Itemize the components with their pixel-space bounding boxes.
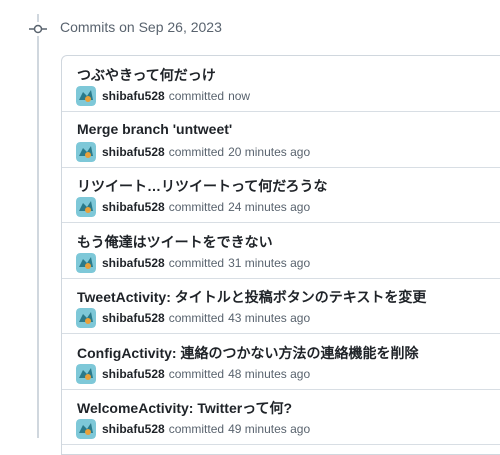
commit-time[interactable]: 48 minutes ago (228, 367, 310, 381)
commit-row: つぶやきって何だっけ shibafu528 committed now (62, 56, 500, 112)
user-avatar-icon[interactable] (76, 419, 96, 439)
commit-time[interactable]: 49 minutes ago (228, 422, 310, 436)
commit-group-date: Commits on Sep 26, 2023 (60, 19, 222, 35)
commit-meta: shibafu528 committed 31 minutes ago (76, 253, 310, 273)
commit-title-link[interactable]: ConfigActivity: 連絡のつかない方法の連絡機能を削除 (77, 343, 418, 363)
commit-row: WelcomeActivity: Twitterって何? shibafu528 … (62, 389, 500, 445)
commit-author-link[interactable]: shibafu528 (102, 145, 165, 159)
user-avatar-icon[interactable] (76, 253, 96, 273)
commit-row: もう俺達はツイートをできない shibafu528 committed 31 m… (62, 223, 500, 279)
commit-action: committed (168, 200, 225, 214)
commit-meta: shibafu528 committed 20 minutes ago (76, 142, 310, 162)
commit-title-link[interactable]: TweetActivity: タイトルと投稿ボタンのテキストを変更 (77, 287, 426, 307)
commit-title-link[interactable]: WelcomeActivity: Twitterって何? (77, 398, 292, 418)
commit-time[interactable]: 31 minutes ago (228, 256, 310, 270)
user-avatar-icon[interactable] (76, 86, 96, 106)
commit-time[interactable]: 24 minutes ago (228, 200, 310, 214)
commit-action: committed (168, 367, 225, 381)
commit-author-link[interactable]: shibafu528 (102, 422, 165, 436)
commit-meta: shibafu528 committed now (76, 86, 250, 106)
user-avatar-icon[interactable] (76, 197, 96, 217)
user-avatar-icon[interactable] (76, 364, 96, 384)
user-avatar-icon[interactable] (76, 308, 96, 328)
commit-time[interactable]: 43 minutes ago (228, 311, 310, 325)
commit-meta: shibafu528 committed 48 minutes ago (76, 364, 310, 384)
commit-author-link[interactable]: shibafu528 (102, 367, 165, 381)
commit-row: リツイート…リツイートって何だろうな shibafu528 committed … (62, 167, 500, 223)
commit-action: committed (168, 422, 225, 436)
commit-author-link[interactable]: shibafu528 (102, 256, 165, 270)
commit-action: committed (168, 256, 225, 270)
commit-row: ConfigActivity: 連絡のつかない方法の連絡機能を削除 shibaf… (62, 334, 500, 390)
git-commit-icon (29, 22, 47, 36)
commit-row: TweetActivity: タイトルと投稿ボタンのテキストを変更 shibaf… (62, 278, 500, 334)
commit-list: つぶやきって何だっけ shibafu528 committed now Merg… (61, 55, 500, 455)
commit-row: Merge branch 'untweet' shibafu528 commit… (62, 112, 500, 168)
commit-time[interactable]: 20 minutes ago (228, 145, 310, 159)
commit-title-link[interactable]: リツイート…リツイートって何だろうな (77, 176, 327, 196)
commit-author-link[interactable]: shibafu528 (102, 311, 165, 325)
commit-action: committed (168, 311, 225, 325)
commit-author-link[interactable]: shibafu528 (102, 200, 165, 214)
commit-meta: shibafu528 committed 49 minutes ago (76, 419, 310, 439)
commit-title-link[interactable]: もう俺達はツイートをできない (77, 232, 273, 252)
commit-title-link[interactable]: Merge branch 'untweet' (77, 121, 232, 137)
commit-time[interactable]: now (228, 89, 250, 103)
timeline-line (37, 14, 39, 438)
user-avatar-icon[interactable] (76, 142, 96, 162)
commit-title-link[interactable]: つぶやきって何だっけ (77, 65, 216, 85)
commit-action: committed (168, 89, 225, 103)
commit-action: committed (168, 145, 225, 159)
commit-author-link[interactable]: shibafu528 (102, 89, 165, 103)
commit-meta: shibafu528 committed 43 minutes ago (76, 308, 310, 328)
commit-meta: shibafu528 committed 24 minutes ago (76, 197, 310, 217)
